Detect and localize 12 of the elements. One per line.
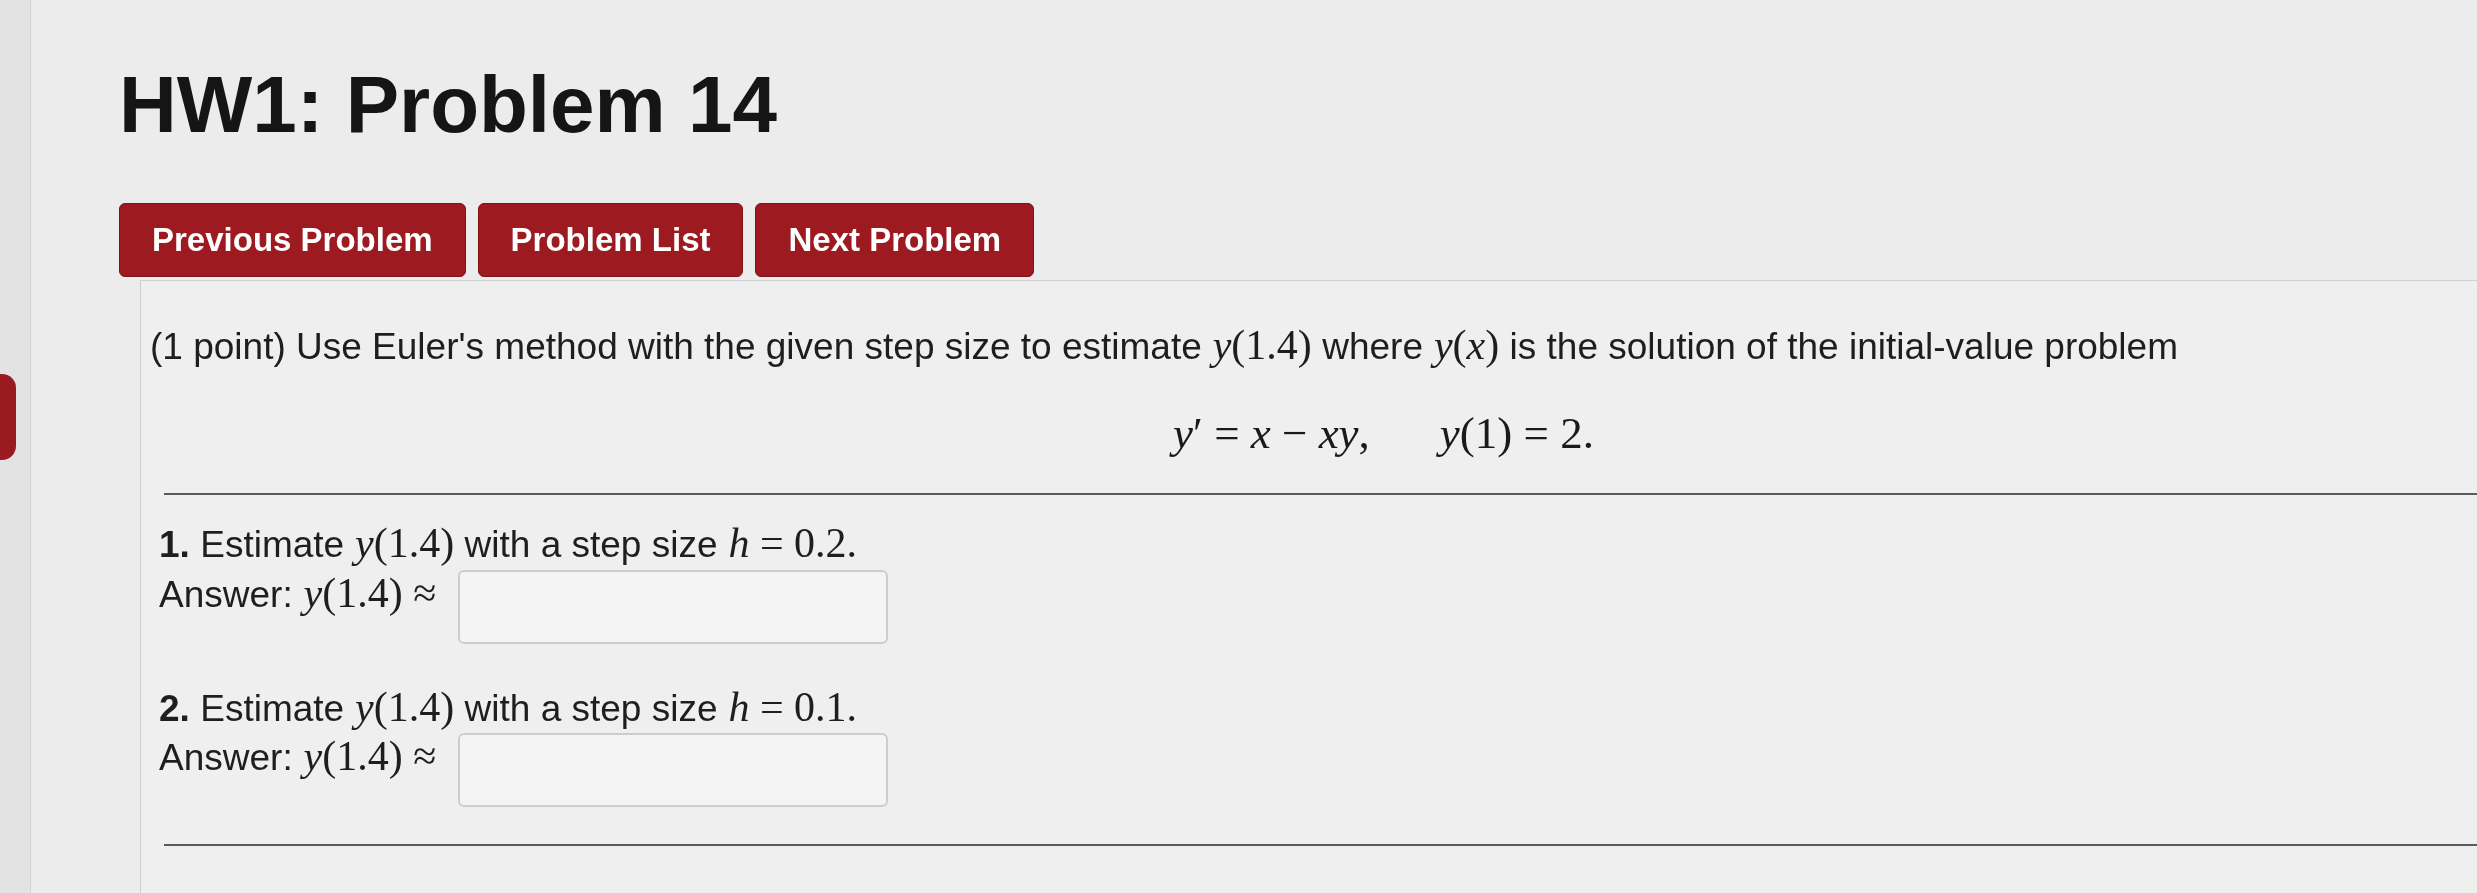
page-title: HW1: Problem 14 (119, 59, 777, 151)
answer-label: Answer: y(1.4) ≈ (159, 733, 437, 781)
answer-field[interactable] (458, 570, 889, 644)
answer-field[interactable] (458, 733, 889, 807)
answer-label: Answer: y(1.4) ≈ (159, 570, 437, 618)
nav-button[interactable]: Next Problem (755, 203, 1035, 277)
problem-statement: (1 point) Use Euler's method with the given step size to estimate y(1.4) where y(x) is the solution of the initial-value problem (150, 322, 2178, 370)
side-tab[interactable] (0, 374, 16, 460)
question-text: 1. Estimate y(1.4) with a step size h = 0.2. (159, 520, 858, 568)
question-text: 2. Estimate y(1.4) with a step size h = 0.1. (159, 684, 858, 732)
nav-button[interactable]: Previous Problem (119, 203, 466, 277)
nav-button[interactable]: Problem List (477, 203, 744, 277)
